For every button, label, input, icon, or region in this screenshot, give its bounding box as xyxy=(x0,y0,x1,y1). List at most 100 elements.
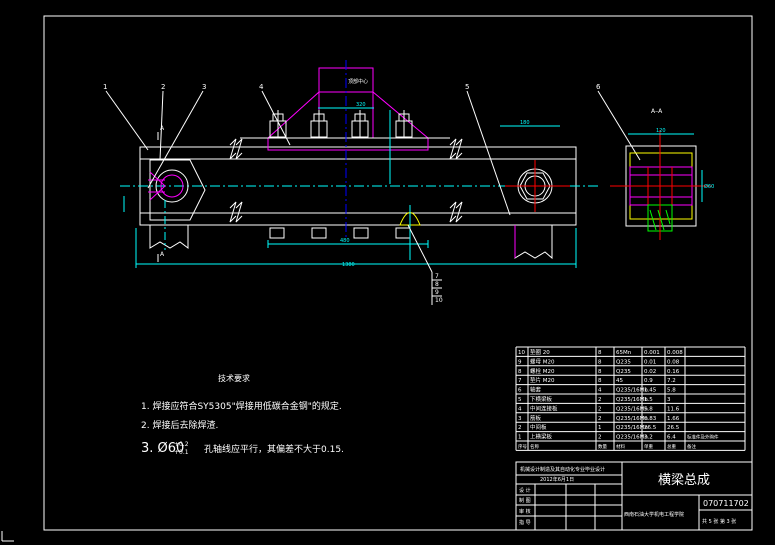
bom-cell-no: 5 xyxy=(518,397,522,403)
bom-cell-name: 垫片 M20 xyxy=(530,376,555,384)
bom-cell-name: 中间板 xyxy=(530,423,547,431)
title-date: 2012年6月1日 xyxy=(540,476,574,483)
bom-cell-total: 6.4 xyxy=(667,435,676,441)
bom-header-remark: 备注 xyxy=(687,443,696,450)
bom-header-name: 名称 xyxy=(530,443,539,450)
callout-7: 7 xyxy=(435,273,439,280)
bom-header-qty: 数量 xyxy=(598,443,607,450)
bom-cell-no: 7 xyxy=(518,378,522,384)
bom-cell-qty: 8 xyxy=(598,369,602,375)
svg-text:顶部中心: 顶部中心 xyxy=(348,78,368,85)
svg-text:120: 120 xyxy=(656,128,666,134)
bom-cell-no: 4 xyxy=(518,406,522,412)
bom-cell-unit: 1.45 xyxy=(644,388,657,394)
callout-4: 4 xyxy=(259,83,264,91)
bom-cell-qty: 2 xyxy=(598,416,602,422)
callout-9: 9 xyxy=(435,289,439,296)
bom-cell-total: 0.08 xyxy=(667,359,680,365)
bom-cell-total: 11.6 xyxy=(667,406,680,412)
bom-cell-qty: 2 xyxy=(598,397,602,403)
drawing-number: 070711702 xyxy=(703,499,749,508)
bom-cell-unit: 0.83 xyxy=(644,416,657,422)
bom-cell-qty: 1 xyxy=(598,425,602,431)
bom-cell-unit: 0.001 xyxy=(644,350,660,356)
bom-cell-name: 上横梁板 xyxy=(530,433,553,441)
title-school: 机械设计制造及其自动化专业毕业设计 xyxy=(520,466,605,473)
svg-text:180: 180 xyxy=(520,120,530,126)
callout-1: 1 xyxy=(103,83,107,91)
drawing-title: 横梁总成 xyxy=(658,473,710,488)
bom-cell-name: 下横梁板 xyxy=(530,395,553,403)
title-row-2: 制 图 xyxy=(519,497,531,504)
bom-remark: 标准件及外购件 xyxy=(687,434,719,441)
bom-cell-qty: 8 xyxy=(598,350,602,356)
bom-cell-unit: 0.9 xyxy=(644,378,653,384)
bom-cell-no: 6 xyxy=(518,388,522,394)
ucs-icon xyxy=(1,531,14,542)
bom-cell-total: 5.8 xyxy=(667,388,676,394)
section-view-label: A–A xyxy=(651,108,663,115)
tech-req-tol-upper: +0.2 xyxy=(174,441,189,448)
bom-cell-no: 1 xyxy=(518,435,522,441)
title-row-1: 设 计 xyxy=(519,487,531,494)
section-view xyxy=(610,130,712,240)
bom-header-total: 总重 xyxy=(667,443,676,450)
callout-8: 8 xyxy=(435,281,439,288)
main-view: 1380 480 320 180 顶部中心 xyxy=(105,60,641,305)
bom-cell-material: Q235 xyxy=(616,359,631,365)
svg-text:Ø60: Ø60 xyxy=(704,183,714,190)
callout-3: 3 xyxy=(202,83,206,91)
bom-cell-qty: 8 xyxy=(598,378,602,384)
title-row-3: 审 核 xyxy=(519,508,531,515)
bom-cell-no: 10 xyxy=(518,350,525,356)
callout-2: 2 xyxy=(161,83,165,91)
bom-cell-unit: 26.5 xyxy=(644,425,657,431)
bom-cell-unit: 0.02 xyxy=(644,369,656,375)
bom-cell-material: 65Mn xyxy=(616,350,632,356)
bom-cell-qty: 4 xyxy=(598,388,602,394)
bom-cell-unit: 5.8 xyxy=(644,406,653,412)
bom-cell-name: 中间连接板 xyxy=(530,404,558,412)
bom-cell-qty: 2 xyxy=(598,435,602,441)
section-mark-top: A xyxy=(160,125,165,132)
bom-cell-unit: 0.01 xyxy=(644,359,656,365)
svg-text:320: 320 xyxy=(356,102,366,108)
bom-cell-unit: 1.5 xyxy=(644,397,653,403)
title-company: 西南石油大学机电工程学院 xyxy=(624,511,684,518)
callout-10: 10 xyxy=(435,297,443,304)
title-sheet: 共 5 张 第 3 张 xyxy=(702,518,736,525)
title-row-4: 指 导 xyxy=(519,519,531,526)
tech-req-item-3b: 孔轴线应平行，其偏差不大于0.15. xyxy=(204,443,344,455)
bom-cell-total: 3 xyxy=(667,397,671,403)
callout-5: 5 xyxy=(465,83,469,91)
bom-cell-name: 轴套 xyxy=(530,386,542,394)
section-mark-bottom: A xyxy=(160,251,165,258)
tech-req-tol-lower: +0.1 xyxy=(174,449,189,456)
cad-drawing: 1380 480 320 180 顶部中心 1 2 3 4 5 6 7 8 9 … xyxy=(1,15,753,542)
bom-cell-no: 8 xyxy=(518,369,522,375)
bom-cell-total: 0.16 xyxy=(667,369,680,375)
callout-6: 6 xyxy=(596,83,601,91)
bom-cell-qty: 8 xyxy=(598,359,602,365)
bom-cell-unit: 3.2 xyxy=(644,435,653,441)
svg-text:1380: 1380 xyxy=(342,262,355,268)
bom-cell-qty: 2 xyxy=(598,406,602,412)
bom-cell-material: Q235 xyxy=(616,369,631,375)
bom-cell-total: 1.66 xyxy=(667,416,680,422)
bom-header-no: 序号 xyxy=(518,443,527,450)
bom-cell-no: 3 xyxy=(518,416,522,422)
bom-cell-name: 螺栓 M20 xyxy=(530,367,555,375)
svg-text:480: 480 xyxy=(340,238,350,244)
bom-cell-total: 7.2 xyxy=(667,378,676,384)
tech-req-item-2: 2. 焊接后去除焊渣. xyxy=(141,419,218,431)
tech-req-item-1: 1. 焊接应符合SY5305"焊接用低碳合金钢"的规定. xyxy=(141,400,342,412)
bom-cell-total: 26.5 xyxy=(667,425,680,431)
bom-cell-no: 9 xyxy=(518,359,522,365)
bom-header-unit: 单重 xyxy=(644,443,653,450)
bom-header-material: 材料 xyxy=(616,443,625,450)
bom-cell-name: 筋板 xyxy=(530,414,542,422)
bom-cell-material: 45 xyxy=(616,378,623,384)
bom-cell-no: 2 xyxy=(518,425,522,431)
bom-cell-name: 垫圈 20 xyxy=(530,348,550,356)
bom-cell-name: 螺母 M20 xyxy=(530,357,555,365)
